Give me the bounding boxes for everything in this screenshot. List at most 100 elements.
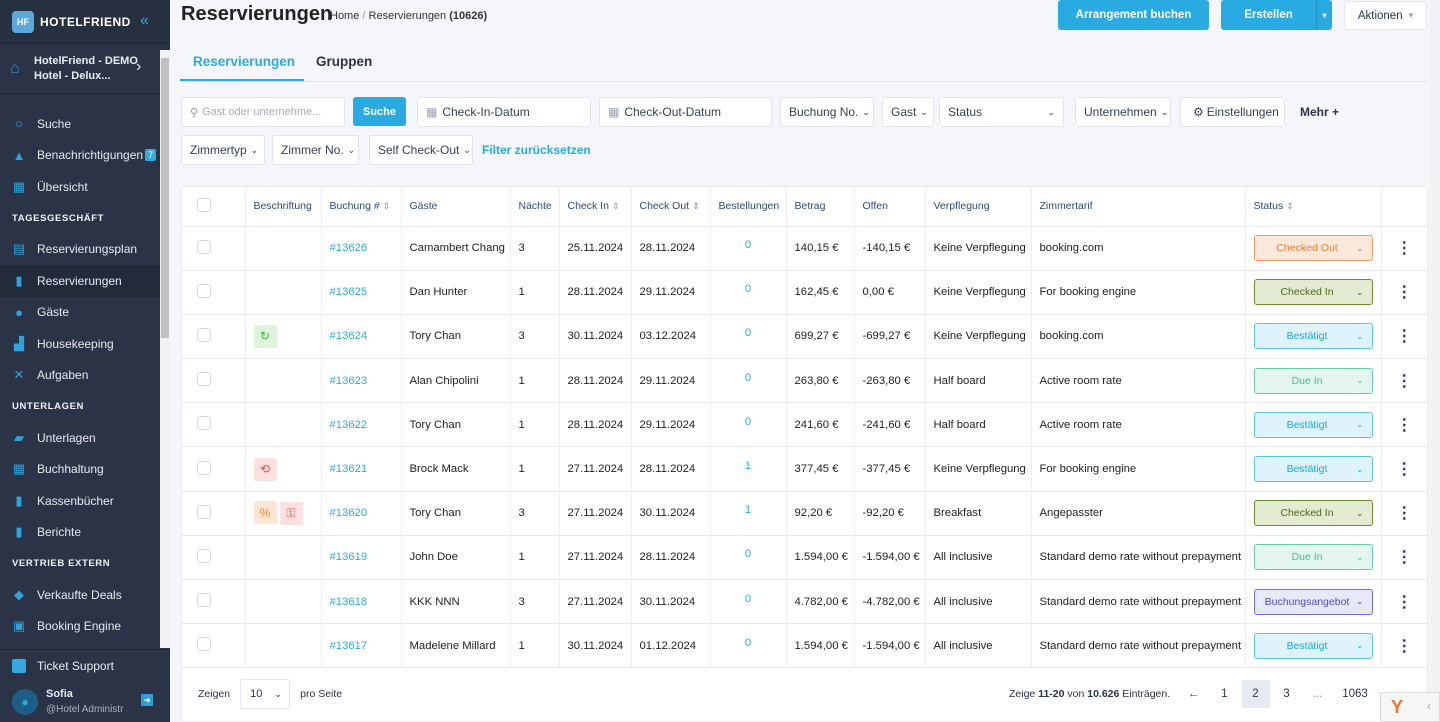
more-vertical-icon[interactable]: ⋮ [1396, 328, 1412, 345]
aktionen-button[interactable]: Aktionen ▾ [1344, 1, 1427, 30]
sidebar-item-aufgaben[interactable]: ✕ Aufgaben [0, 360, 160, 392]
unternehmen-filter[interactable]: Unternehmen ⌄ [1075, 97, 1171, 127]
history-icon[interactable]: ⟲ [253, 457, 277, 481]
sidebar-item-reservierungen[interactable]: ▮ Reservierungen [0, 265, 160, 297]
more-vertical-icon[interactable]: ⋮ [1396, 284, 1412, 301]
collapse-sidebar-icon[interactable]: « [140, 12, 149, 30]
reset-filters-link[interactable]: Filter zurücksetzen [482, 143, 591, 157]
self-checkout-filter[interactable]: Self Check-Out ⌄ [369, 135, 473, 165]
row-checkbox[interactable] [197, 239, 211, 254]
mehr-filters-button[interactable]: Mehr + [1300, 105, 1339, 119]
orders-count-link[interactable]: 0 [745, 416, 751, 428]
header-buchung[interactable]: Buchung # ⇕ [321, 187, 402, 227]
row-checkbox[interactable] [197, 548, 211, 563]
header-check-out[interactable]: Check Out ⇕ [631, 187, 711, 227]
search-input[interactable]: ⚲ Gast oder unternehme... [181, 97, 345, 127]
tab-reservierungen[interactable]: Reservierungen [193, 54, 295, 69]
discount-tag-icon[interactable]: % [253, 501, 277, 525]
debug-toolbar[interactable]: Y ‹ [1380, 692, 1440, 722]
scrollbar-thumb[interactable] [161, 58, 169, 338]
table-row[interactable]: #13626 Camambert Chang 3 25.11.2024 28.1… [182, 226, 1427, 271]
checkout-date-field[interactable]: ▦ Check-Out-Datum [599, 97, 772, 127]
more-vertical-icon[interactable]: ⋮ [1396, 373, 1412, 390]
orders-count-link[interactable]: 0 [745, 239, 751, 251]
status-filter[interactable]: Status ⌄ [939, 97, 1064, 127]
prev-page-button[interactable]: ← [1180, 680, 1208, 708]
table-row[interactable]: % ⚿ #13620 Tory Chan 3 27.11.2024 30.11.2… [182, 491, 1427, 536]
recurring-icon[interactable]: ↻ [253, 324, 277, 348]
sort-icon[interactable]: ⇕ [383, 201, 391, 211]
sidebar-item-housekeeping[interactable]: ▟ Housekeeping [0, 328, 160, 360]
status-dropdown[interactable]: Buchungsangebot ⌄ [1253, 588, 1373, 615]
zimmer-no-filter[interactable]: Zimmer No. ⌄ [272, 135, 359, 165]
more-vertical-icon[interactable]: ⋮ [1396, 594, 1412, 611]
page-last[interactable]: 1063 [1341, 680, 1369, 708]
status-dropdown[interactable]: Bestätigt ⌄ [1253, 456, 1373, 483]
more-vertical-icon[interactable]: ⋮ [1396, 638, 1412, 655]
booking-number-link[interactable]: #13626 [321, 226, 402, 271]
sidebar-item-uebersicht[interactable]: ▦ Übersicht [0, 171, 160, 203]
table-row[interactable]: #13622 Tory Chan 1 28.11.2024 29.11.2024… [182, 402, 1427, 448]
einstellungen-button[interactable]: ⚙ Einstellungen [1180, 97, 1285, 127]
more-vertical-icon[interactable]: ⋮ [1396, 240, 1412, 257]
table-row[interactable]: ↻ #13624 Tory Chan 3 30.11.2024 03.12.20… [182, 314, 1427, 360]
sort-icon[interactable]: ⇕ [1286, 201, 1294, 211]
sidebar-item-verkaufte-deals[interactable]: ◆ Verkaufte Deals [0, 579, 160, 611]
row-checkbox[interactable] [197, 504, 211, 519]
orders-count-link[interactable]: 0 [745, 637, 751, 649]
more-vertical-icon[interactable]: ⋮ [1396, 417, 1412, 434]
sidebar-item-unterlagen[interactable]: ▰ Unterlagen [0, 422, 160, 454]
table-row[interactable]: #13623 Alan Chipolini 1 28.11.2024 29.11… [182, 358, 1427, 404]
header-select-all[interactable] [182, 187, 246, 227]
status-dropdown[interactable]: Bestätigt ⌄ [1253, 411, 1373, 438]
row-checkbox[interactable] [197, 372, 211, 387]
orders-count-link[interactable]: 0 [745, 593, 751, 605]
sidebar-item-buchhaltung[interactable]: ▦ Buchhaltung [0, 454, 160, 486]
sidebar-item-kassenbuecher[interactable]: ▮ Kassenbücher [0, 485, 160, 517]
orders-count-link[interactable]: 0 [745, 283, 751, 295]
per-page-select[interactable]: 10 ⌄ [240, 679, 291, 709]
row-checkbox[interactable] [197, 283, 211, 298]
booking-number-link[interactable]: #13624 [321, 314, 402, 360]
tab-gruppen[interactable]: Gruppen [316, 54, 372, 69]
sidebar-item-booking-engine[interactable]: ▣ Booking Engine [0, 611, 160, 643]
hotel-selector[interactable]: ⌂ HotelFriend - DEMO Hotel - Delux... › [0, 44, 170, 94]
status-dropdown[interactable]: Checked Out ⌄ [1253, 235, 1373, 262]
orders-count-link[interactable]: 0 [745, 327, 751, 339]
table-row[interactable]: #13619 John Doe 1 27.11.2024 28.11.2024 … [182, 535, 1427, 581]
page-scrollbar[interactable] [1430, 0, 1440, 722]
table-row[interactable]: #13618 KKK NNN 3 27.11.2024 30.11.2024 0… [182, 579, 1427, 625]
row-checkbox[interactable] [197, 460, 211, 475]
more-vertical-icon[interactable]: ⋮ [1396, 505, 1412, 522]
row-checkbox[interactable] [197, 637, 211, 652]
header-status[interactable]: Status ⇕ [1245, 187, 1382, 227]
sidebar-item-suche[interactable]: ○ Suche [0, 108, 160, 140]
orders-count-link[interactable]: 0 [745, 548, 751, 560]
booking-number-link[interactable]: #13622 [321, 402, 402, 448]
user-profile[interactable]: ● Sofia @Hotel Administr ➜ [0, 682, 170, 722]
status-dropdown[interactable]: Checked In ⌄ [1253, 500, 1373, 527]
checkin-date-field[interactable]: ▦ Check-In-Datum [417, 97, 591, 127]
erstellen-button[interactable]: Erstellen [1221, 0, 1316, 30]
header-check-in[interactable]: Check In ⇕ [559, 187, 632, 227]
sidebar-scrollbar[interactable] [160, 50, 170, 648]
arrangement-buchen-button[interactable]: Arrangement buchen [1058, 0, 1209, 30]
table-row[interactable]: #13625 Dan Hunter 1 28.11.2024 29.11.202… [182, 270, 1427, 315]
search-button[interactable]: Suche [353, 97, 406, 126]
table-row[interactable]: ⟲ #13621 Brock Mack 1 27.11.2024 28.11.2… [182, 446, 1427, 492]
page-3[interactable]: 3 [1273, 680, 1301, 708]
page-1[interactable]: 1 [1211, 680, 1239, 708]
more-vertical-icon[interactable]: ⋮ [1396, 549, 1412, 566]
row-checkbox[interactable] [197, 416, 211, 431]
booking-number-link[interactable]: #13625 [321, 270, 402, 315]
sort-icon[interactable]: ⇕ [692, 201, 700, 211]
breadcrumb-home[interactable]: Home [330, 10, 359, 22]
select-all-checkbox[interactable] [197, 197, 211, 212]
status-dropdown[interactable]: Due In ⌄ [1253, 367, 1373, 394]
ticket-support-link[interactable]: Ticket Support [0, 650, 170, 682]
erstellen-dropdown-button[interactable]: ▾ [1316, 0, 1332, 30]
status-dropdown[interactable]: Checked In ⌄ [1253, 279, 1373, 306]
sort-icon[interactable]: ⇕ [612, 201, 620, 211]
booking-number-link[interactable]: #13620 [321, 491, 402, 536]
status-dropdown[interactable]: Bestätigt ⌄ [1253, 323, 1373, 350]
